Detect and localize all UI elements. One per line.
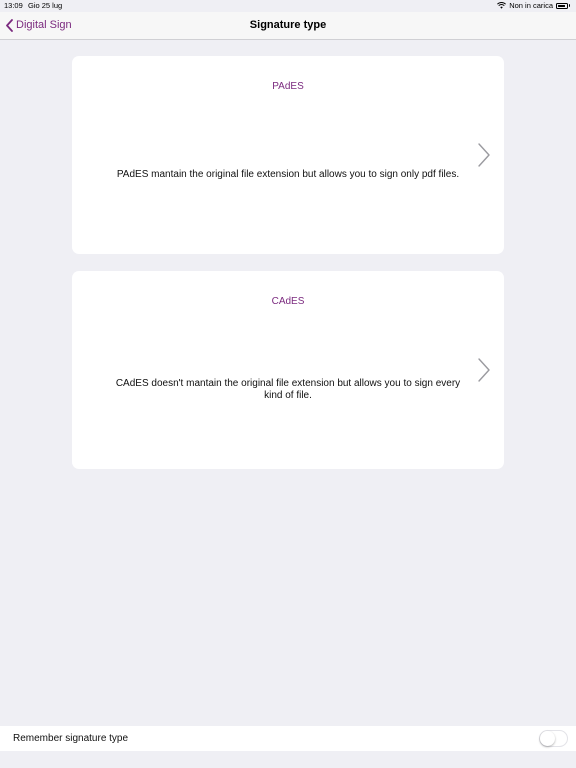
cades-description: CAdES doesn't mantain the original file … [115, 378, 461, 401]
chevron-right-icon [478, 143, 490, 167]
page-title: Signature type [249, 19, 327, 31]
cades-title: CAdES [271, 296, 305, 307]
status-bar: 13:09 Gio 25 lug Non in carica [0, 0, 576, 12]
status-date: Gio 25 lug [28, 1, 63, 10]
remember-signature-row: Remember signature type [0, 726, 576, 751]
pades-option-card[interactable]: PAdES PAdES mantain the original file ex… [72, 56, 504, 254]
cades-option-card[interactable]: CAdES CAdES doesn't mantain the original… [72, 271, 504, 469]
toggle-knob [540, 731, 555, 746]
status-time: 13:09 [4, 1, 23, 10]
navigation-bar: Digital Sign Signature type [0, 12, 576, 40]
charging-status: Non in carica [509, 1, 553, 10]
battery-icon [556, 2, 568, 9]
pades-title: PAdES [272, 81, 304, 92]
battery-tip [569, 4, 570, 7]
remember-signature-label: Remember signature type [13, 733, 129, 744]
status-right: Non in carica [497, 1, 570, 10]
chevron-right-icon [478, 358, 490, 382]
wifi-icon [497, 2, 507, 9]
remember-signature-toggle[interactable] [539, 730, 568, 747]
pades-description: PAdES mantain the original file extensio… [116, 169, 460, 180]
